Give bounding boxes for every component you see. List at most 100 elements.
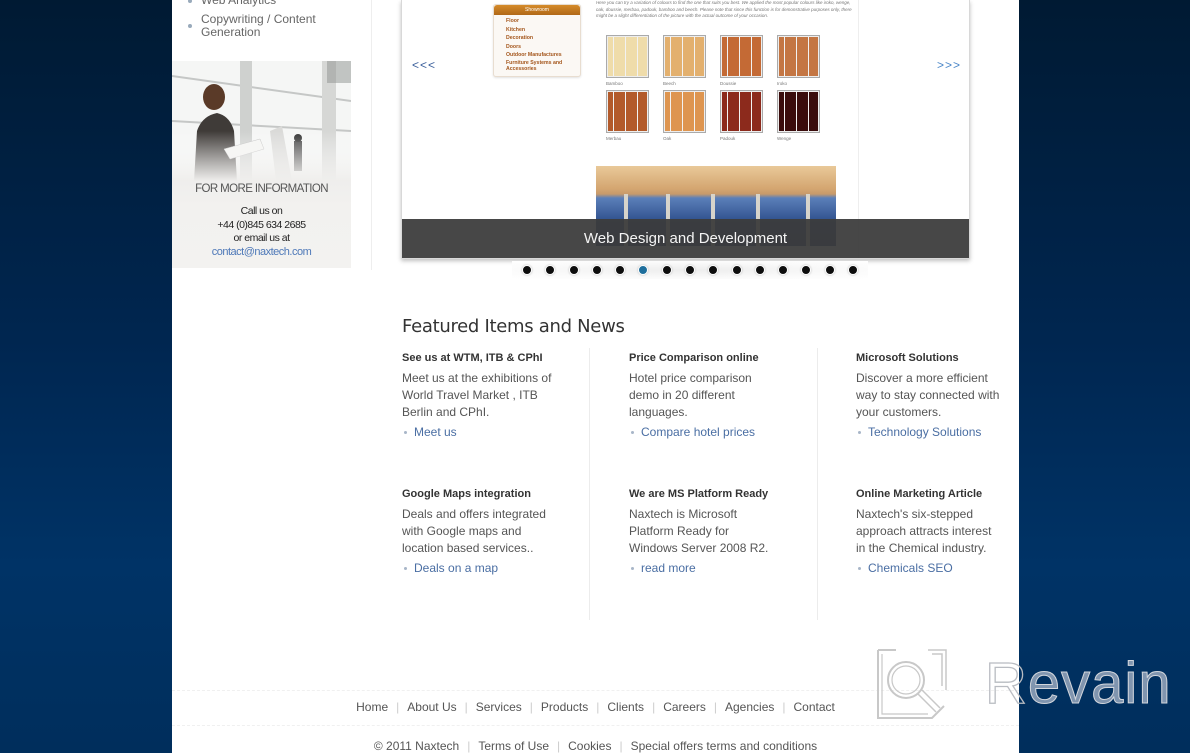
footer-link-about-us[interactable]: About Us: [407, 700, 456, 714]
wood-swatch-doussie[interactable]: [720, 35, 763, 78]
footer-link-clients[interactable]: Clients: [607, 700, 644, 714]
footer-link-products[interactable]: Products: [541, 700, 588, 714]
contact-info-box: FOR MORE INFORMATION Call us on +44 (0)8…: [172, 61, 351, 268]
featured-section-title: Featured Items and News: [402, 316, 625, 337]
swatch-label: Merbau: [606, 136, 622, 141]
news-title: We are MS Platform Ready: [629, 488, 769, 500]
image-slider: Showroom Floor Kitchen Decoration Doors …: [401, 0, 970, 259]
phone-number[interactable]: +44 (0)845 634 2685: [172, 219, 351, 233]
news-body: Deals and offers integrated with Google …: [402, 507, 546, 555]
separator: |: [652, 700, 656, 714]
news-item: Microsoft Solutions Discover a more effi…: [856, 352, 1021, 439]
slider-dot-9[interactable]: [708, 265, 719, 275]
page-container: Web Analytics Copywriting / Content Gene…: [172, 0, 1019, 753]
slider-dot-7[interactable]: [661, 265, 672, 275]
slider-dot-10[interactable]: [731, 265, 742, 275]
service-link-web-analytics[interactable]: Web Analytics: [188, 0, 348, 7]
revain-watermark: Revain: [984, 650, 1172, 717]
slider-dot-4[interactable]: [591, 265, 602, 275]
slider-dot-3[interactable]: [568, 265, 579, 275]
slider-dot-12[interactable]: [778, 265, 789, 275]
wood-swatch-oak[interactable]: [663, 90, 706, 133]
swatch-label: Wenge: [777, 136, 792, 141]
wood-swatch-wenge[interactable]: [777, 90, 820, 133]
services-list: Web Analytics Copywriting / Content Gene…: [188, 0, 348, 43]
wood-swatch-bamboo[interactable]: [606, 35, 649, 78]
swatch-label: Doussie: [720, 81, 737, 86]
news-link[interactable]: Chemicals SEO: [856, 561, 1021, 575]
slider-next-button[interactable]: >>>: [937, 58, 961, 72]
wood-swatch-padouk[interactable]: [720, 90, 763, 133]
footer-link-agencies[interactable]: Agencies: [725, 700, 774, 714]
news-body: Naxtech's six-stepped approach attracts …: [856, 507, 992, 555]
service-link-copywriting[interactable]: Copywriting / Content Generation: [188, 13, 348, 39]
news-body: Meet us at the exhibitions of World Trav…: [402, 371, 552, 419]
wood-swatch-beech[interactable]: [663, 35, 706, 78]
footer-link-services[interactable]: Services: [476, 700, 522, 714]
slider-dot-15[interactable]: [847, 265, 858, 275]
showroom-item: Furniture Systems and Accessories: [506, 59, 563, 72]
legal-link-terms-of-use[interactable]: Terms of Use: [478, 739, 549, 753]
slider-dot-14[interactable]: [824, 265, 835, 275]
news-link[interactable]: read more: [629, 561, 794, 575]
slider-prev-button[interactable]: <<<: [412, 58, 436, 72]
footer-link-contact[interactable]: Contact: [794, 700, 835, 714]
slide-caption-bar: Web Design and Development: [402, 219, 969, 258]
news-item: Google Maps integration Deals and offers…: [402, 488, 567, 575]
legal-link-special-offers-terms-and-conditions[interactable]: Special offers terms and conditions: [631, 739, 818, 753]
showroom-item: Floor: [506, 18, 519, 24]
news-link[interactable]: Compare hotel prices: [629, 425, 794, 439]
separator: |: [396, 700, 400, 714]
separator: |: [467, 739, 471, 753]
news-title: Price Comparison online: [629, 352, 759, 364]
swatch-label: Oak: [663, 136, 672, 141]
news-title: Microsoft Solutions: [856, 352, 959, 364]
wood-swatch-iroko[interactable]: [777, 35, 820, 78]
swatch-label: Padouk: [720, 136, 736, 141]
separator: |: [596, 700, 600, 714]
revain-logo-icon: [877, 649, 947, 719]
slide-intro-text: Here you can try a variation of colours …: [596, 0, 852, 18]
news-link[interactable]: Meet us: [402, 425, 567, 439]
email-link[interactable]: contact@naxtech.com: [172, 246, 351, 259]
news-item: Online Marketing Article Naxtech's six-s…: [856, 488, 1021, 575]
slider-pagination: [512, 261, 868, 279]
separator: |: [619, 739, 623, 753]
slider-dot-13[interactable]: [801, 265, 812, 275]
slide-caption[interactable]: Web Design and Development: [402, 219, 969, 258]
footer-divider: [172, 725, 1019, 726]
swatch-label: Iroko: [777, 81, 788, 86]
footer-link-home[interactable]: Home: [356, 700, 388, 714]
news-body: Discover a more efficient way to stay co…: [856, 371, 1000, 419]
slider-dot-11[interactable]: [754, 265, 765, 275]
separator: |: [464, 700, 468, 714]
news-item: Price Comparison online Hotel price comp…: [629, 352, 794, 439]
contact-info-text: FOR MORE INFORMATION Call us on +44 (0)8…: [172, 183, 351, 259]
info-title: FOR MORE INFORMATION: [195, 183, 328, 195]
showroom-item: Decoration: [506, 35, 534, 41]
separator: |: [529, 700, 533, 714]
call-label: Call us on: [240, 205, 283, 217]
column-divider: [817, 348, 818, 620]
showroom-item: Doors: [506, 43, 521, 50]
news-item: See us at WTM, ITB & CPhI Meet us at the…: [402, 352, 567, 439]
news-link[interactable]: Technology Solutions: [856, 425, 1021, 439]
swatch-label: Bamboo: [606, 81, 623, 86]
slider-dot-6[interactable]: [638, 265, 649, 275]
separator: |: [557, 739, 561, 753]
slider-dot-5[interactable]: [615, 265, 626, 275]
showroom-item: Outdoor Manufactures: [506, 52, 562, 58]
slide-content: Showroom Floor Kitchen Decoration Doors …: [402, 0, 969, 258]
news-title: Online Marketing Article: [856, 488, 983, 500]
wood-swatch-merbau[interactable]: [606, 90, 649, 133]
legal-link-cookies[interactable]: Cookies: [568, 739, 611, 753]
separator: |: [782, 700, 786, 714]
news-body: Hotel price comparison demo in 20 differ…: [629, 371, 752, 419]
footer-legal: © 2011 Naxtech | Terms of Use | Cookies | Spec…: [172, 739, 1019, 753]
slider-dot-2[interactable]: [545, 265, 556, 275]
slider-dot-1[interactable]: [522, 265, 532, 275]
slider-dot-8[interactable]: [684, 265, 695, 275]
showroom-menu: Showroom Floor Kitchen Decoration Doors …: [493, 4, 581, 77]
news-link[interactable]: Deals on a map: [402, 561, 567, 575]
footer-link-careers[interactable]: Careers: [663, 700, 706, 714]
